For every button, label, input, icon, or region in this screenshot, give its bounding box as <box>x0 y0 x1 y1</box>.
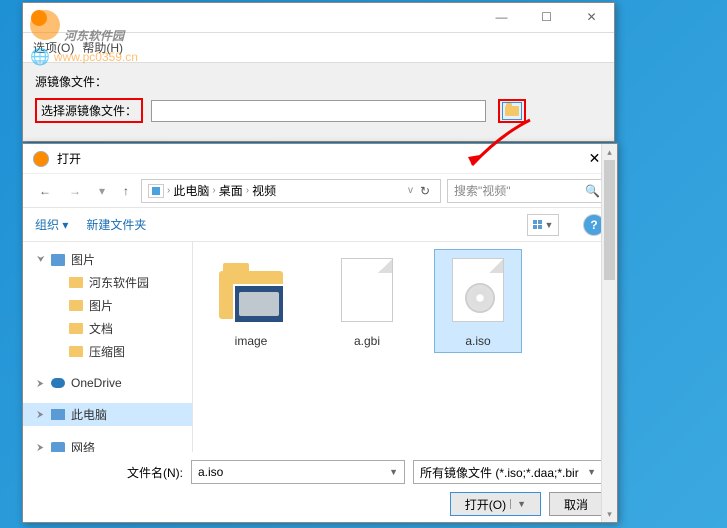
nav-recent-button[interactable]: ▾ <box>93 180 111 202</box>
source-path-input[interactable] <box>151 100 486 122</box>
sidebar-item-hedong[interactable]: 河东软件园 <box>23 271 192 294</box>
sidebar-item-network[interactable]: ⮞网络 <box>23 436 192 452</box>
file-item-image-folder[interactable]: image <box>207 254 295 348</box>
breadcrumb-video[interactable]: 视频 <box>252 182 276 199</box>
dialog-title: 打开 <box>57 150 81 167</box>
open-button[interactable]: 打开(O)▼ <box>450 492 541 516</box>
disc-icon <box>33 151 49 167</box>
sidebar-item-pictures2[interactable]: 图片 <box>23 294 192 317</box>
sidebar-item-archive[interactable]: 压缩图 <box>23 340 192 363</box>
breadcrumb-thispc[interactable]: 此电脑 <box>173 182 209 199</box>
parent-titlebar: — ☐ ✕ <box>23 3 614 33</box>
browse-button-highlight <box>498 99 526 123</box>
breadcrumb-desktop[interactable]: 桌面 <box>219 182 243 199</box>
browse-button[interactable] <box>502 102 522 120</box>
toolbar: 组织 ▾ 新建文件夹 ▼ ? <box>23 208 617 242</box>
nav-forward-button[interactable]: → <box>63 180 87 202</box>
file-item-aiso[interactable]: a.iso <box>434 249 522 353</box>
search-input[interactable]: 搜索"视频" 🔍 <box>447 179 607 203</box>
parent-menu: 选项(O) 帮助(H) <box>23 33 614 63</box>
iso-disc-icon <box>465 283 495 313</box>
pc-icon <box>148 184 164 198</box>
sidebar-item-onedrive[interactable]: ⮞OneDrive <box>23 373 192 393</box>
sidebar-item-documents[interactable]: 文档 <box>23 317 192 340</box>
file-pane[interactable]: image a.gbi a.iso <box>193 242 617 452</box>
folder-icon <box>505 106 519 116</box>
source-file-label: 源镜像文件： <box>35 73 602 90</box>
menu-help[interactable]: 帮助(H) <box>82 39 123 56</box>
maximize-button[interactable]: ☐ <box>524 3 569 31</box>
file-type-filter[interactable]: 所有镜像文件 (*.iso;*.daa;*.bir▼ <box>413 460 603 484</box>
new-folder-button[interactable]: 新建文件夹 <box>86 216 146 233</box>
breadcrumb[interactable]: › 此电脑 › 桌面 › 视频 v ↻ <box>141 179 441 203</box>
close-button[interactable]: ✕ <box>569 3 614 31</box>
nav-up-button[interactable]: ↑ <box>117 180 135 202</box>
cancel-button[interactable]: 取消 <box>549 492 603 516</box>
select-source-label: 选择源镜像文件： <box>35 98 143 123</box>
search-icon: 🔍 <box>585 184 600 198</box>
minimize-button[interactable]: — <box>479 3 524 31</box>
sidebar: ⮟图片 河东软件园 图片 文档 压缩图 ⮞OneDrive ⮞此电脑 ⮞网络 ▴… <box>23 242 193 452</box>
filename-input[interactable]: a.iso▼ <box>191 460 405 484</box>
open-dialog: 打开 ✕ ← → ▾ ↑ › 此电脑 › 桌面 › 视频 v ↻ 搜索"视频" … <box>22 143 618 523</box>
sidebar-item-thispc[interactable]: ⮞此电脑 <box>23 403 192 426</box>
view-mode-button[interactable]: ▼ <box>527 214 559 236</box>
app-icon <box>31 10 47 26</box>
filename-label: 文件名(N): <box>37 464 183 481</box>
refresh-button[interactable]: ↻ <box>416 184 434 198</box>
menu-options[interactable]: 选项(O) <box>33 39 74 56</box>
file-item-agbi[interactable]: a.gbi <box>323 254 411 348</box>
nav-back-button[interactable]: ← <box>33 180 57 202</box>
sidebar-item-pictures[interactable]: ⮟图片 <box>23 248 192 271</box>
parent-window: — ☐ ✕ 选项(O) 帮助(H) 源镜像文件： 选择源镜像文件： <box>22 2 615 142</box>
dialog-titlebar: 打开 ✕ <box>23 144 617 174</box>
nav-row: ← → ▾ ↑ › 此电脑 › 桌面 › 视频 v ↻ 搜索"视频" 🔍 <box>23 174 617 208</box>
organize-button[interactable]: 组织 ▾ <box>35 216 68 233</box>
window-controls: — ☐ ✕ <box>479 3 614 31</box>
dialog-footer: 文件名(N): a.iso▼ 所有镜像文件 (*.iso;*.daa;*.bir… <box>23 452 617 524</box>
